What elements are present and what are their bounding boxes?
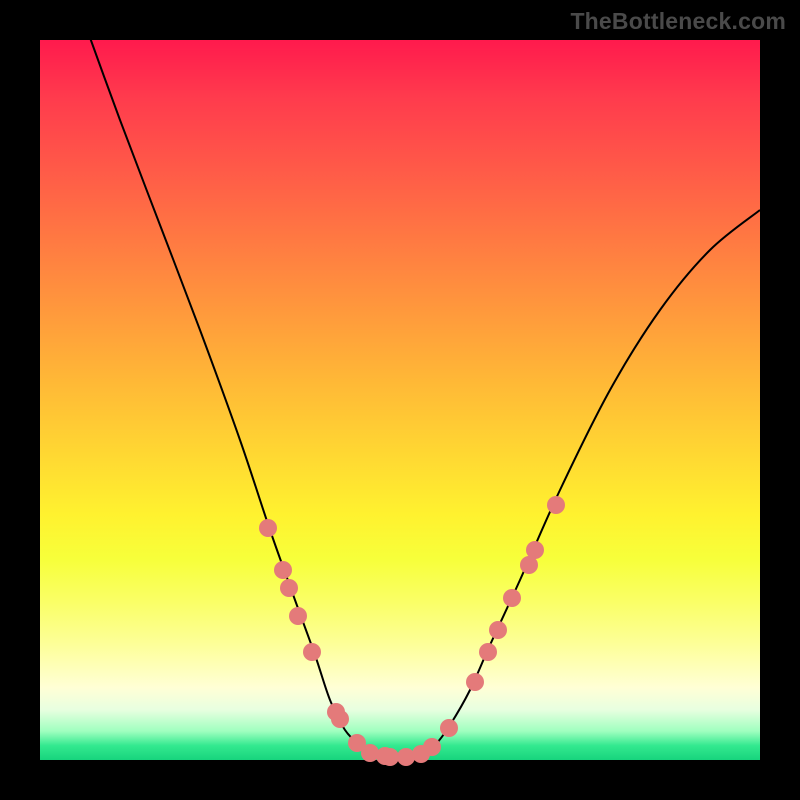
data-dot	[303, 643, 321, 661]
data-dot	[274, 561, 292, 579]
data-dot	[361, 744, 379, 762]
plot-area	[40, 40, 760, 760]
data-dot	[547, 496, 565, 514]
data-dot	[397, 748, 415, 766]
data-dot	[526, 541, 544, 559]
data-dot	[466, 673, 484, 691]
bottleneck-curve	[80, 10, 760, 758]
data-dot	[381, 748, 399, 766]
data-dot	[489, 621, 507, 639]
data-dot	[289, 607, 307, 625]
chart-svg	[40, 40, 760, 760]
data-dot	[503, 589, 521, 607]
data-dots	[259, 496, 565, 766]
data-dot	[423, 738, 441, 756]
watermark-text: TheBottleneck.com	[570, 8, 786, 35]
data-dot	[440, 719, 458, 737]
data-dot	[259, 519, 277, 537]
data-dot	[331, 710, 349, 728]
data-dot	[280, 579, 298, 597]
outer-frame: TheBottleneck.com	[0, 0, 800, 800]
data-dot	[479, 643, 497, 661]
